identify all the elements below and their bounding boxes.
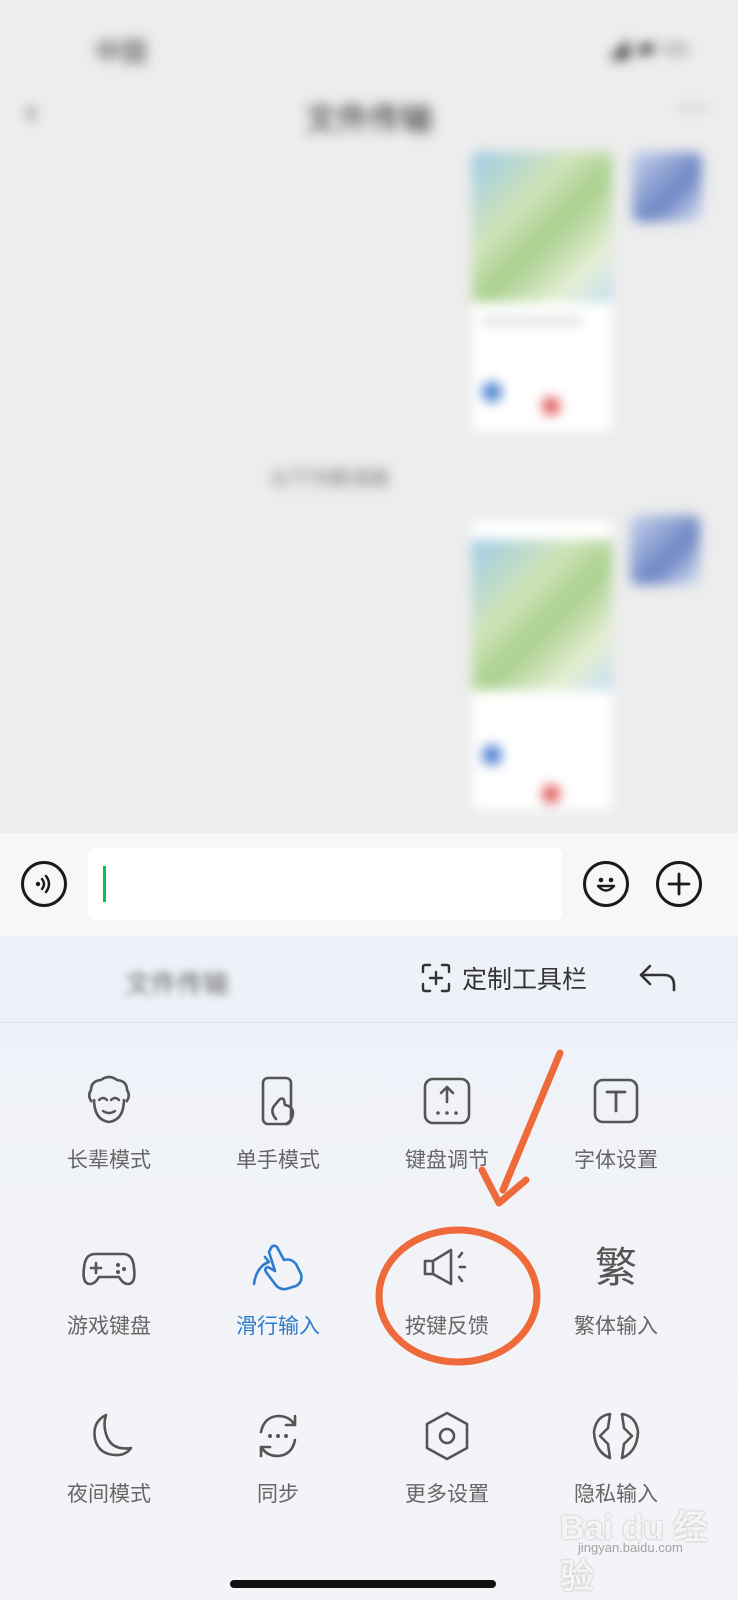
chat-title: 文件传输 (304, 101, 433, 137)
sync-button[interactable]: 同步 (193, 1406, 363, 1516)
customize-toolbar-button[interactable]: 定制工具栏 (420, 960, 587, 996)
keyboard-adjust-button[interactable]: 键盘调节 (362, 1072, 532, 1182)
game-keyboard-button[interactable]: 游戏键盘 (24, 1238, 194, 1348)
more-icon[interactable]: ··· (678, 90, 708, 124)
game-keyboard-label: 游戏键盘 (67, 1315, 151, 1338)
map-thumbnail (472, 152, 612, 302)
key-feedback-button[interactable]: 按键反馈 (362, 1238, 532, 1348)
font-settings-button[interactable]: 字体设置 (531, 1072, 701, 1182)
avatar[interactable] (632, 152, 702, 222)
one-hand-mode-button[interactable]: 单手模式 (193, 1072, 363, 1182)
keyboard-adjust-label: 键盘调节 (405, 1149, 489, 1172)
customize-icon (421, 963, 451, 993)
watermark-url: jingyan.baidu.com (578, 1540, 683, 1555)
message-input[interactable] (88, 848, 562, 920)
text-caret (103, 866, 106, 902)
sync-icon (259, 1414, 297, 1458)
hexagon-settings-icon (425, 1411, 469, 1461)
traditional-input-label: 繁体输入 (574, 1315, 658, 1338)
status-time: 中国 (95, 37, 148, 67)
customize-toolbar-label: 定制工具栏 (462, 966, 588, 994)
speaker-icon (423, 1248, 467, 1286)
status-icons: ◢ ▰ ▭ (608, 32, 688, 62)
chat-input-bar (0, 833, 738, 936)
candidate-text[interactable]: 文件传输 (125, 964, 229, 1001)
swipe-input-button[interactable]: 滑行输入 (193, 1238, 363, 1348)
system-notice: 以下为新消息 (270, 468, 390, 490)
emoji-icon[interactable] (583, 861, 629, 907)
night-mode-label: 夜间模式 (67, 1483, 151, 1506)
swipe-input-label: 滑行输入 (236, 1315, 320, 1338)
map-thumbnail (472, 540, 612, 690)
keyboard-adjust-icon (423, 1077, 471, 1125)
back-arrow-icon[interactable] (636, 962, 680, 1001)
one-hand-mode-label: 单手模式 (236, 1149, 320, 1172)
sync-label: 同步 (257, 1483, 299, 1506)
chat-background: 中国 ◢ ▰ ▭ ‹ 文件传输 ··· 以下为新消息 (0, 0, 738, 848)
location-card[interactable] (472, 520, 612, 810)
font-icon (593, 1078, 639, 1124)
gamepad-icon (82, 1252, 136, 1286)
traditional-char-icon: 繁 (594, 1243, 637, 1292)
more-settings-label: 更多设置 (405, 1483, 489, 1506)
traditional-input-button[interactable]: 繁 繁体输入 (531, 1238, 701, 1348)
swipe-hand-icon (252, 1244, 303, 1291)
elder-mode-label: 长辈模式 (67, 1149, 151, 1172)
elder-mode-button[interactable]: 长辈模式 (24, 1072, 194, 1182)
elder-icon (87, 1075, 131, 1124)
moon-icon (93, 1413, 133, 1457)
privacy-icon (592, 1412, 640, 1460)
one-hand-icon (261, 1076, 295, 1126)
chat-nav-bar: ‹ 文件传输 ··· (0, 90, 738, 137)
voice-icon[interactable] (21, 861, 67, 907)
more-settings-button[interactable]: 更多设置 (362, 1406, 532, 1516)
home-indicator[interactable] (230, 1580, 496, 1588)
location-card[interactable] (472, 152, 612, 432)
status-bar: 中国 ◢ ▰ ▭ (0, 28, 738, 68)
font-settings-label: 字体设置 (574, 1149, 658, 1172)
keyboard-top-row: 文件传输 定制工具栏 (0, 936, 738, 1023)
night-mode-button[interactable]: 夜间模式 (24, 1406, 194, 1516)
plus-icon[interactable] (656, 861, 702, 907)
avatar[interactable] (630, 515, 700, 585)
key-feedback-label: 按键反馈 (405, 1315, 489, 1338)
